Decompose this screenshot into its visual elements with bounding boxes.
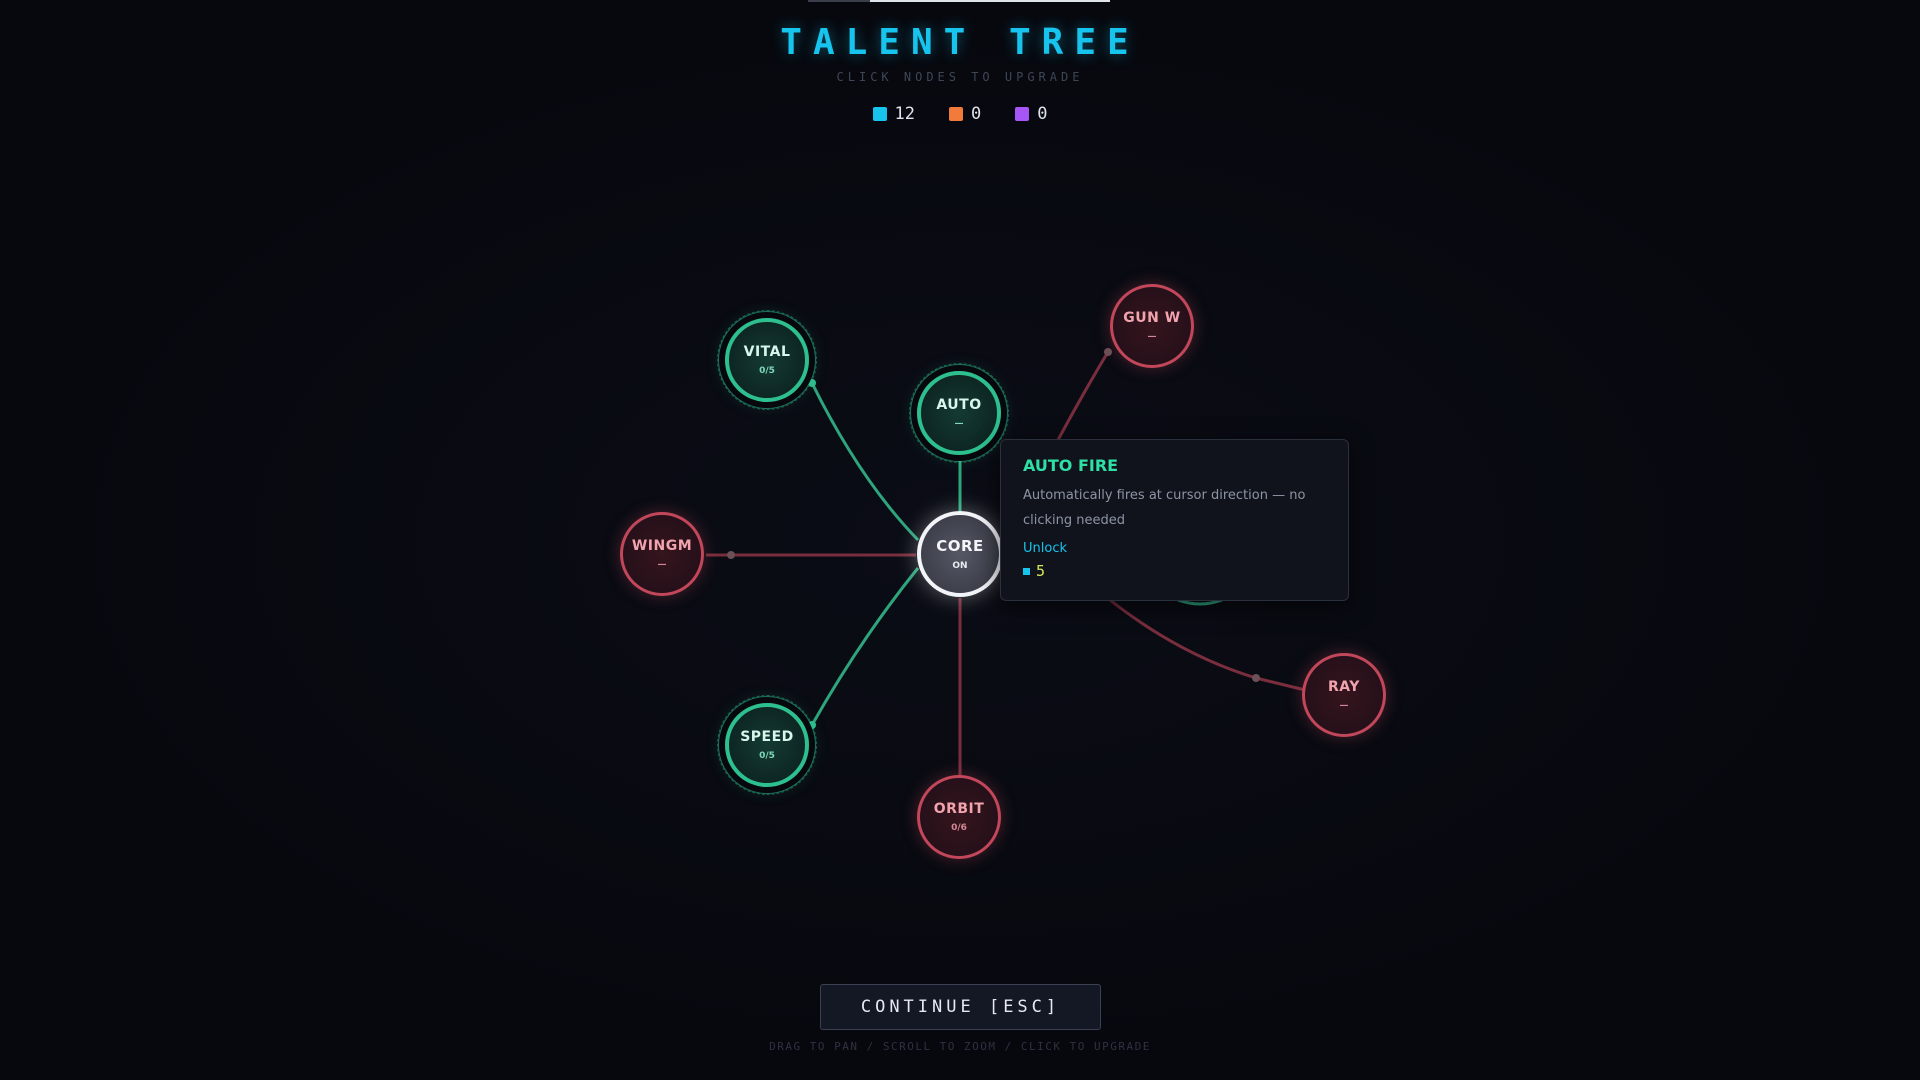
node-speed[interactable]: SPEED 0/5 bbox=[717, 695, 817, 795]
node-wingm-level: — bbox=[657, 560, 667, 570]
continue-button[interactable]: CONTINUE [ESC] bbox=[820, 984, 1101, 1030]
node-wingm[interactable]: WINGM — bbox=[620, 512, 704, 596]
tooltip-cost: 5 bbox=[1023, 562, 1326, 580]
cyan-currency-icon bbox=[1023, 567, 1030, 575]
talent-tree-screen[interactable]: TALENT TREE CLICK NODES TO UPGRADE 12 0 … bbox=[0, 0, 1920, 1080]
link-dot-ray bbox=[1252, 674, 1260, 682]
node-gunw[interactable]: GUN W — bbox=[1110, 284, 1194, 368]
node-vital[interactable]: VITAL 0/5 bbox=[717, 310, 817, 410]
node-orbit[interactable]: ORBIT 0/6 bbox=[917, 775, 1001, 859]
link-core-speed bbox=[810, 567, 920, 726]
node-ray[interactable]: RAY — bbox=[1302, 653, 1386, 737]
node-orbit-label: ORBIT bbox=[933, 801, 985, 817]
node-wingm-label: WINGM bbox=[631, 538, 693, 554]
link-core-gunw bbox=[1056, 351, 1110, 441]
node-gunw-label: GUN W bbox=[1123, 310, 1181, 326]
link-core-vital bbox=[810, 382, 920, 542]
node-vital-level: 0/5 bbox=[759, 366, 775, 376]
node-auto-level: — bbox=[954, 419, 964, 429]
node-core-label: CORE bbox=[936, 537, 984, 555]
node-speed-label: SPEED bbox=[740, 729, 794, 745]
tooltip-title: AUTO FIRE bbox=[1023, 456, 1119, 475]
link-dot-gunw bbox=[1104, 348, 1112, 356]
controls-hint: DRAG TO PAN / SCROLL TO ZOOM / CLICK TO … bbox=[769, 1040, 1151, 1053]
link-core-ray bbox=[1109, 598, 1306, 692]
link-dot-wingm bbox=[727, 551, 735, 559]
tooltip-action: Unlock bbox=[1023, 541, 1067, 556]
node-auto-label: AUTO bbox=[936, 397, 982, 413]
node-ray-level: — bbox=[1339, 701, 1349, 711]
node-auto[interactable]: AUTO — bbox=[909, 363, 1009, 463]
tooltip-description: Automatically fires at cursor direction … bbox=[1023, 488, 1306, 528]
node-ray-label: RAY bbox=[1328, 679, 1360, 695]
node-core-level: ON bbox=[952, 561, 968, 571]
node-speed-level: 0/5 bbox=[759, 751, 775, 761]
node-vital-label: VITAL bbox=[743, 344, 791, 360]
node-tooltip: AUTO FIRE Automatically fires at cursor … bbox=[1000, 439, 1349, 601]
node-orbit-level: 0/6 bbox=[951, 823, 967, 833]
tooltip-cost-value: 5 bbox=[1036, 562, 1046, 580]
node-gunw-level: — bbox=[1147, 332, 1157, 342]
node-core[interactable]: CORE ON bbox=[917, 511, 1003, 597]
